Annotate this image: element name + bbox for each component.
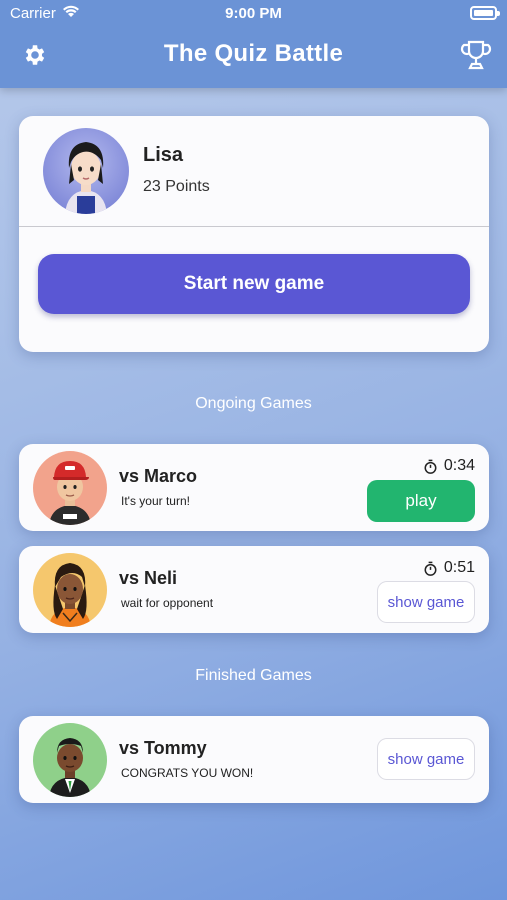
avatar bbox=[43, 128, 129, 214]
game-card-tommy[interactable]: vs Tommy CONGRATS YOU WON! show game bbox=[19, 716, 489, 803]
profile-card: Lisa 23 Points Start new game bbox=[19, 116, 489, 352]
game-card-marco[interactable]: vs Marco It's your turn! 0:34 play bbox=[19, 444, 489, 531]
avatar bbox=[33, 723, 107, 797]
app-header: Carrier 9:00 PM The Quiz Battle bbox=[0, 0, 507, 88]
play-button[interactable]: play bbox=[367, 480, 475, 522]
start-new-game-button[interactable]: Start new game bbox=[38, 254, 470, 314]
finished-games-heading: Finished Games bbox=[195, 667, 312, 684]
game-status: wait for opponent bbox=[121, 596, 214, 610]
clock: 9:00 PM bbox=[225, 5, 282, 22]
divider bbox=[19, 226, 489, 227]
opponent-name: vs Tommy bbox=[119, 738, 207, 758]
trophy-icon[interactable] bbox=[459, 38, 493, 72]
player-points: 23 Points bbox=[143, 178, 210, 195]
game-card-neli[interactable]: vs Neli wait for opponent 0:51 show game bbox=[19, 546, 489, 633]
game-timer: 0:34 bbox=[423, 457, 475, 475]
game-status: CONGRATS YOU WON! bbox=[121, 766, 254, 780]
game-timer: 0:51 bbox=[423, 559, 475, 577]
game-status: It's your turn! bbox=[121, 494, 190, 508]
player-name: Lisa bbox=[143, 144, 184, 166]
show-game-button[interactable]: show game bbox=[377, 738, 475, 780]
avatar bbox=[33, 553, 107, 627]
opponent-name: vs Neli bbox=[119, 568, 178, 588]
timer-value: 0:34 bbox=[443, 457, 475, 474]
battery-icon bbox=[470, 6, 500, 20]
ongoing-games-heading: Ongoing Games bbox=[195, 395, 312, 412]
show-game-button[interactable]: show game bbox=[377, 581, 475, 623]
page-title: The Quiz Battle bbox=[163, 40, 344, 67]
stopwatch-icon bbox=[424, 459, 437, 474]
timer-value: 0:51 bbox=[443, 559, 475, 576]
stopwatch-icon bbox=[424, 561, 437, 576]
opponent-name: vs Marco bbox=[119, 466, 198, 486]
status-bar: Carrier 9:00 PM bbox=[0, 0, 507, 28]
avatar bbox=[33, 451, 107, 525]
